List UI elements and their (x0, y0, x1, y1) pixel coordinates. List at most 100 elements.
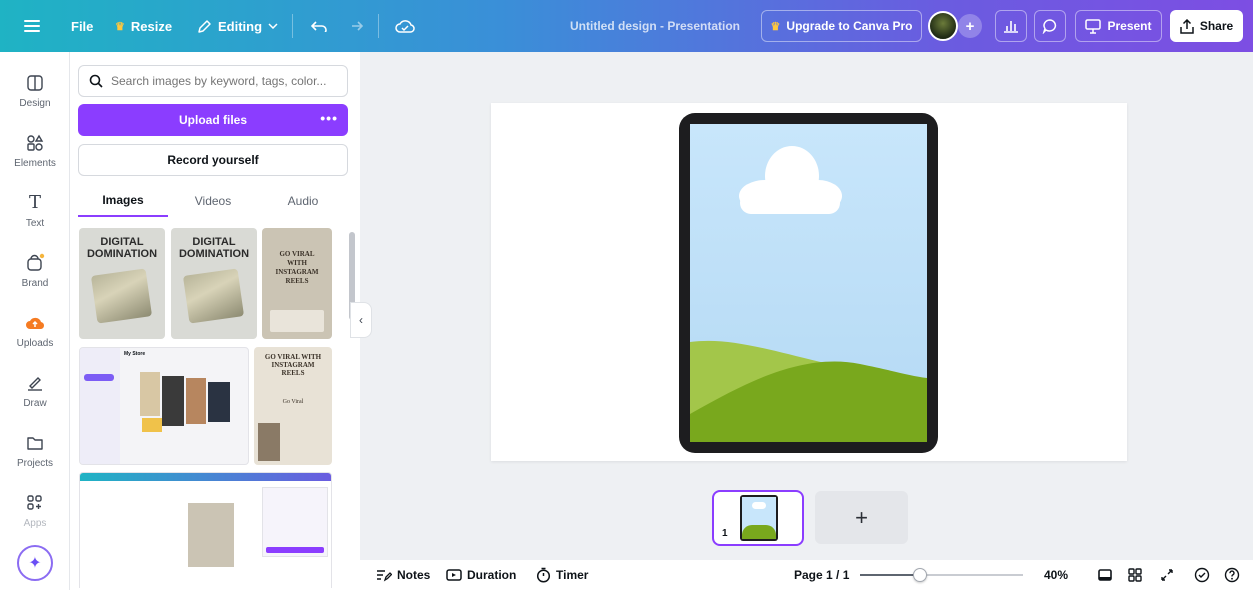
rail-item-apps[interactable]: Apps (0, 482, 70, 538)
resize-label: Resize (130, 18, 173, 34)
thumbnail-hill (742, 525, 776, 539)
save-status-button[interactable] (395, 0, 415, 52)
page-indicator-text: Page 1 / 1 (794, 568, 850, 582)
thumbnail-cta: Go Viral (282, 399, 304, 405)
record-yourself-button[interactable]: Record yourself (78, 144, 348, 176)
thumbnail-title-line: INSTAGRAM (275, 268, 319, 276)
projects-icon (24, 432, 46, 454)
notes-icon (377, 570, 392, 582)
add-page-button[interactable]: + (815, 491, 908, 544)
grid-view-button[interactable] (1128, 560, 1142, 590)
undo-button[interactable] (311, 0, 327, 52)
page-thumbnail-preview (740, 495, 778, 541)
check-circle-icon (1194, 567, 1210, 583)
rail-item-label: Design (19, 97, 51, 109)
rail-item-text[interactable]: T Text (0, 182, 70, 238)
editing-label: Editing (218, 18, 263, 34)
rail-item-label: Draw (23, 397, 47, 409)
tablet-screen (690, 124, 927, 442)
upload-thumbnail[interactable]: GO VIRAL WITH INSTAGRAM REELS Go Viral (254, 347, 332, 465)
check-button[interactable] (1194, 560, 1210, 590)
resize-button[interactable]: ♛ Resize (115, 0, 172, 52)
document-title[interactable]: Untitled design - Presentation (570, 0, 740, 52)
rail-item-uploads[interactable]: Uploads (0, 302, 70, 358)
search-input[interactable] (111, 74, 331, 88)
redo-button[interactable] (347, 0, 363, 52)
chevron-left-icon: ‹ (359, 313, 363, 327)
brand-icon (24, 252, 46, 274)
upgrade-pro-button[interactable]: ♛ Upgrade to Canva Pro (761, 10, 922, 42)
rail-item-label: Uploads (16, 337, 54, 349)
search-field[interactable] (78, 65, 348, 97)
editing-mode-dropdown[interactable]: Editing (197, 0, 278, 52)
rail-item-draw[interactable]: Draw (0, 362, 70, 418)
draw-icon (24, 372, 46, 394)
rail-item-brand[interactable]: Brand (0, 242, 70, 298)
menu-button[interactable] (24, 0, 40, 52)
crown-icon: ♛ (115, 20, 125, 33)
thumbnail-image (270, 310, 324, 332)
file-menu-label: File (71, 18, 94, 34)
thumbnail-image (258, 423, 280, 461)
share-button[interactable]: Share (1170, 10, 1243, 42)
tab-images[interactable]: Images (78, 185, 168, 217)
analytics-icon (1004, 21, 1018, 33)
add-collaborator-button[interactable]: + (958, 14, 982, 38)
tab-videos[interactable]: Videos (168, 185, 258, 217)
file-menu[interactable]: File (71, 0, 93, 52)
upload-thumbnail[interactable]: GO VIRAL WITH INSTAGRAM REELS (262, 228, 332, 339)
timer-button[interactable]: Timer (536, 560, 588, 590)
divider (378, 14, 379, 38)
upload-thumbnail[interactable] (79, 472, 332, 588)
uploads-grid: DIGITAL DOMINATION DIGITAL DOMINATION GO V… (78, 228, 348, 588)
single-page-icon (1098, 569, 1112, 581)
share-label: Share (1199, 19, 1234, 33)
avatar[interactable] (928, 11, 958, 41)
thumbnail-title: GO VIRAL WITH INSTAGRAM REELS (262, 250, 332, 286)
upload-files-label: Upload files (178, 113, 247, 127)
duration-button[interactable]: Duration (446, 560, 516, 590)
page-indicator[interactable]: Page 1 / 1 (794, 560, 849, 590)
timer-label: Timer (556, 568, 589, 582)
grid-view-icon (1128, 568, 1142, 582)
upload-thumbnail[interactable]: DIGITAL DOMINATION (79, 228, 165, 339)
elements-icon (24, 132, 46, 154)
rail-item-projects[interactable]: Projects (0, 422, 70, 478)
rail-item-elements[interactable]: Elements (0, 122, 70, 178)
magic-sparkle-icon: ✦ (28, 555, 42, 572)
zoom-level[interactable]: 40% (1044, 560, 1068, 590)
upload-files-button[interactable]: Upload files ••• (78, 104, 348, 136)
comment-button[interactable] (1034, 10, 1066, 42)
menu-icon (24, 20, 40, 32)
left-rail: Design Elements T Text Brand Uploads Dra… (0, 52, 70, 590)
more-options-icon[interactable]: ••• (320, 110, 338, 126)
notes-button[interactable]: Notes (376, 560, 430, 590)
upload-thumbnail[interactable]: My Store (79, 347, 249, 465)
rail-item-design[interactable]: Design (0, 62, 70, 118)
magic-button[interactable]: ✦ (17, 545, 53, 581)
thumbnail-title: My Store (124, 351, 146, 357)
upload-thumbnail[interactable]: DIGITAL DOMINATION (171, 228, 257, 339)
tab-label: Images (102, 193, 144, 207)
analytics-button[interactable] (995, 10, 1027, 42)
help-button[interactable] (1224, 560, 1240, 590)
present-button[interactable]: Present (1075, 10, 1162, 42)
money-image (183, 268, 245, 324)
fullscreen-icon (1161, 569, 1173, 581)
redo-icon (352, 21, 363, 31)
help-icon (1224, 567, 1240, 583)
page-thumbnail[interactable]: 1 (712, 490, 804, 546)
uploads-icon (24, 312, 46, 334)
collapse-panel-button[interactable]: ‹ (350, 302, 372, 338)
search-icon (89, 74, 103, 88)
fullscreen-button[interactable] (1160, 560, 1174, 590)
thumbnail-title: GO VIRAL WITH INSTAGRAM REELS (264, 353, 322, 377)
thumbnail-cloud (752, 502, 766, 509)
present-label: Present (1107, 19, 1152, 33)
duration-icon (446, 569, 462, 581)
page-view-button[interactable] (1098, 560, 1112, 590)
tab-audio[interactable]: Audio (258, 185, 348, 217)
tab-label: Audio (287, 194, 319, 208)
zoom-slider-handle[interactable] (913, 568, 927, 582)
timer-icon (536, 567, 551, 583)
